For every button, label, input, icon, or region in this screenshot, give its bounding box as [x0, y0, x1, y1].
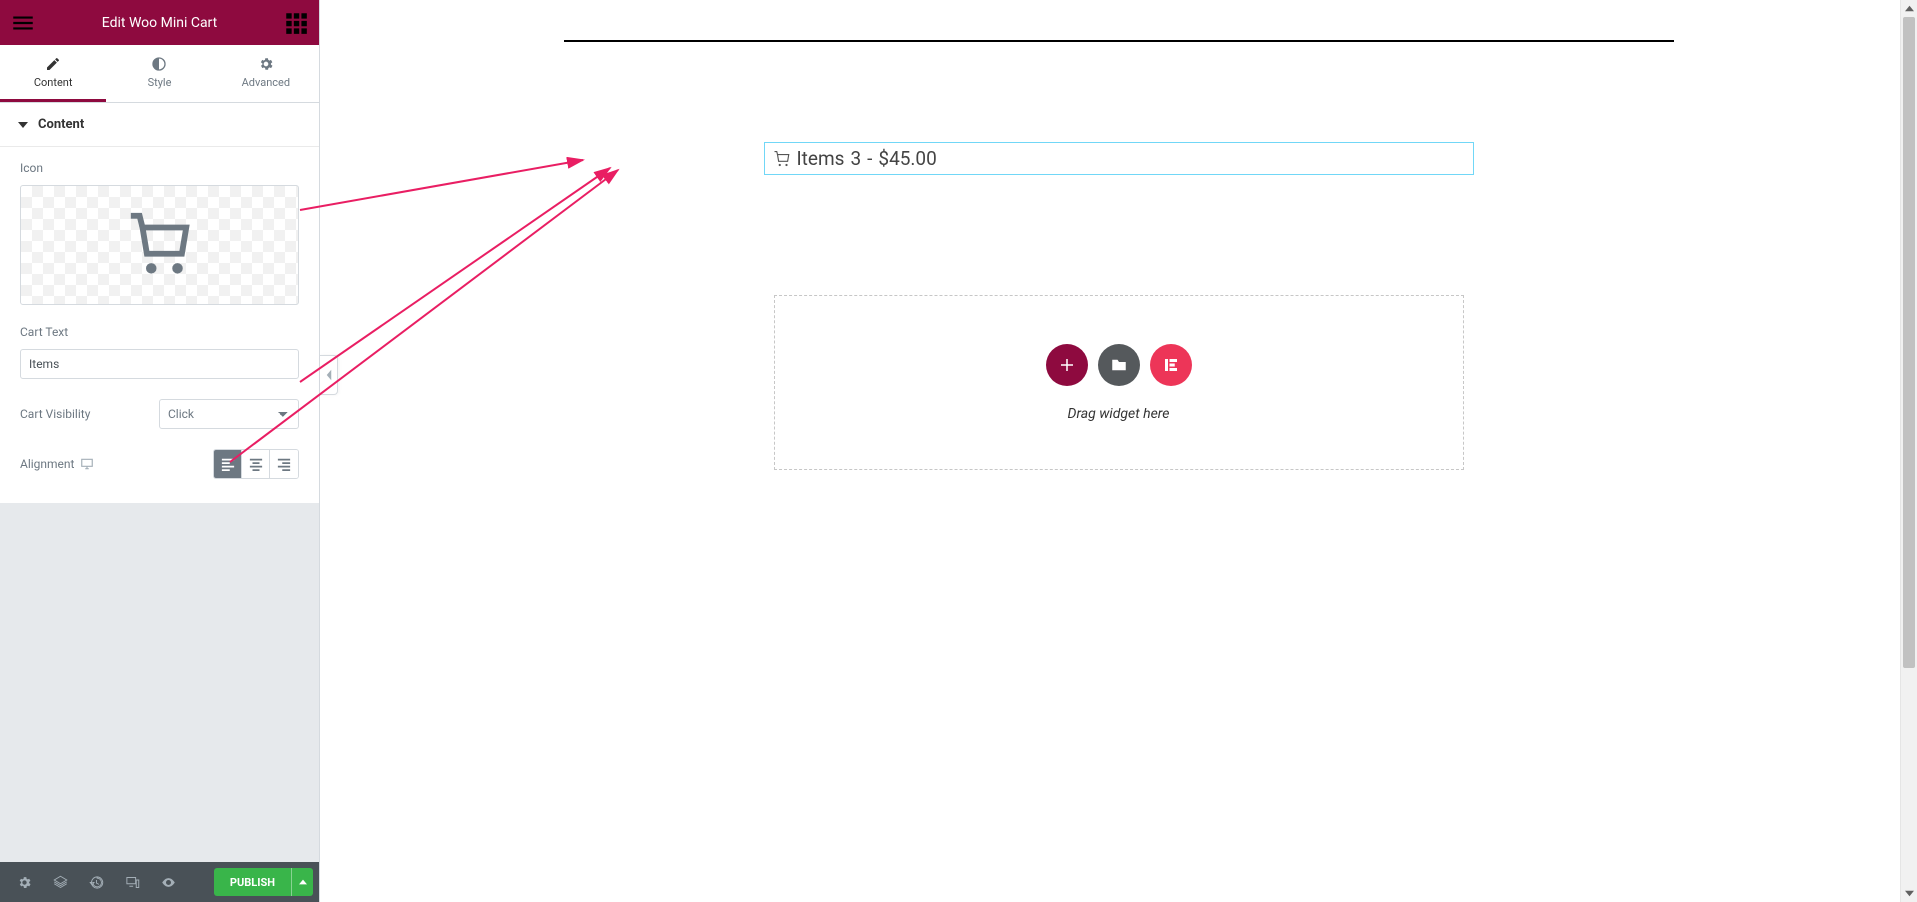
cart-icon [773, 150, 791, 168]
edit-panel: Edit Woo Mini Cart Content Style Advance… [0, 0, 320, 902]
widgets-grid-button[interactable] [283, 10, 309, 36]
cart-total: $45.00 [878, 147, 936, 170]
preview-button[interactable] [150, 862, 186, 902]
editor-canvas[interactable]: Items 3 - $45.00 Drag widget here [320, 0, 1917, 902]
template-library-button[interactable] [1098, 344, 1140, 386]
field-alignment: Alignment [20, 449, 299, 479]
section-content-title: Content [38, 117, 84, 132]
dropzone-text: Drag widget here [1068, 406, 1170, 422]
panel-body: Content Icon Cart Text Cart Visibil [0, 103, 319, 862]
icon-label: Icon [20, 161, 299, 175]
section-content: Content Icon Cart Text Cart Visibil [0, 103, 319, 503]
cart-icon [125, 210, 195, 280]
mini-cart-widget[interactable]: Items 3 - $45.00 [764, 142, 1474, 175]
responsive-button[interactable] [114, 862, 150, 902]
eye-icon [161, 875, 176, 890]
alignment-label: Alignment [20, 457, 74, 471]
hamburger-icon [10, 10, 36, 36]
field-icon: Icon [20, 161, 299, 305]
pencil-icon [45, 56, 61, 72]
field-cart-visibility: Cart Visibility Click [20, 399, 299, 429]
elementskit-icon [1162, 356, 1180, 374]
responsive-icon [125, 875, 140, 890]
panel-footer: PUBLISH [0, 862, 319, 902]
cart-visibility-select[interactable]: Click [159, 399, 299, 429]
layers-icon [53, 875, 68, 890]
panel-title: Edit Woo Mini Cart [36, 15, 283, 31]
tab-advanced[interactable]: Advanced [213, 45, 319, 102]
canvas-scrollbar[interactable] [1900, 0, 1917, 902]
scroll-up-button[interactable] [1901, 0, 1917, 17]
grid-icon [283, 10, 309, 36]
scroll-track[interactable] [1901, 17, 1917, 885]
menu-button[interactable] [10, 10, 36, 36]
publish-button[interactable]: PUBLISH [214, 868, 291, 896]
field-cart-text: Cart Text [20, 325, 299, 379]
divider-widget[interactable] [564, 40, 1674, 42]
cart-separator: - [867, 147, 872, 170]
cart-text: Items [797, 147, 845, 170]
tab-style-label: Style [148, 76, 172, 89]
tab-content[interactable]: Content [0, 45, 106, 102]
align-right-icon [277, 457, 291, 471]
gear-icon [258, 56, 274, 72]
align-left-icon [221, 457, 235, 471]
align-right-button[interactable] [270, 450, 298, 478]
caret-up-icon [299, 878, 307, 886]
history-icon [89, 875, 104, 890]
cart-text-input[interactable] [20, 349, 299, 379]
caret-down-icon [1905, 889, 1914, 898]
cart-visibility-label: Cart Visibility [20, 407, 90, 421]
align-center-button[interactable] [242, 450, 270, 478]
widget-dropzone[interactable]: Drag widget here [774, 295, 1464, 470]
caret-up-icon [1905, 4, 1914, 13]
tab-content-label: Content [34, 76, 73, 89]
desktop-icon[interactable] [80, 457, 94, 471]
panel-header: Edit Woo Mini Cart [0, 0, 319, 45]
panel-tabs: Content Style Advanced [0, 45, 319, 103]
publish-options-button[interactable] [291, 868, 313, 896]
align-center-icon [249, 457, 263, 471]
icon-picker[interactable] [20, 185, 299, 305]
align-left-button[interactable] [214, 450, 242, 478]
contrast-icon [151, 56, 167, 72]
settings-button[interactable] [6, 862, 42, 902]
navigator-button[interactable] [42, 862, 78, 902]
history-button[interactable] [78, 862, 114, 902]
plus-icon [1058, 356, 1076, 374]
scroll-thumb[interactable] [1903, 17, 1915, 668]
tab-style[interactable]: Style [106, 45, 212, 102]
add-section-button[interactable] [1046, 344, 1088, 386]
folder-icon [1110, 356, 1128, 374]
alignment-buttons [213, 449, 299, 479]
elementskit-button[interactable] [1150, 344, 1192, 386]
cart-text-label: Cart Text [20, 325, 299, 339]
tab-advanced-label: Advanced [242, 76, 290, 89]
cart-count: 3 [850, 147, 861, 170]
caret-down-icon [18, 120, 28, 130]
gear-icon [17, 875, 32, 890]
scroll-down-button[interactable] [1901, 885, 1917, 902]
section-content-toggle[interactable]: Content [0, 103, 319, 147]
